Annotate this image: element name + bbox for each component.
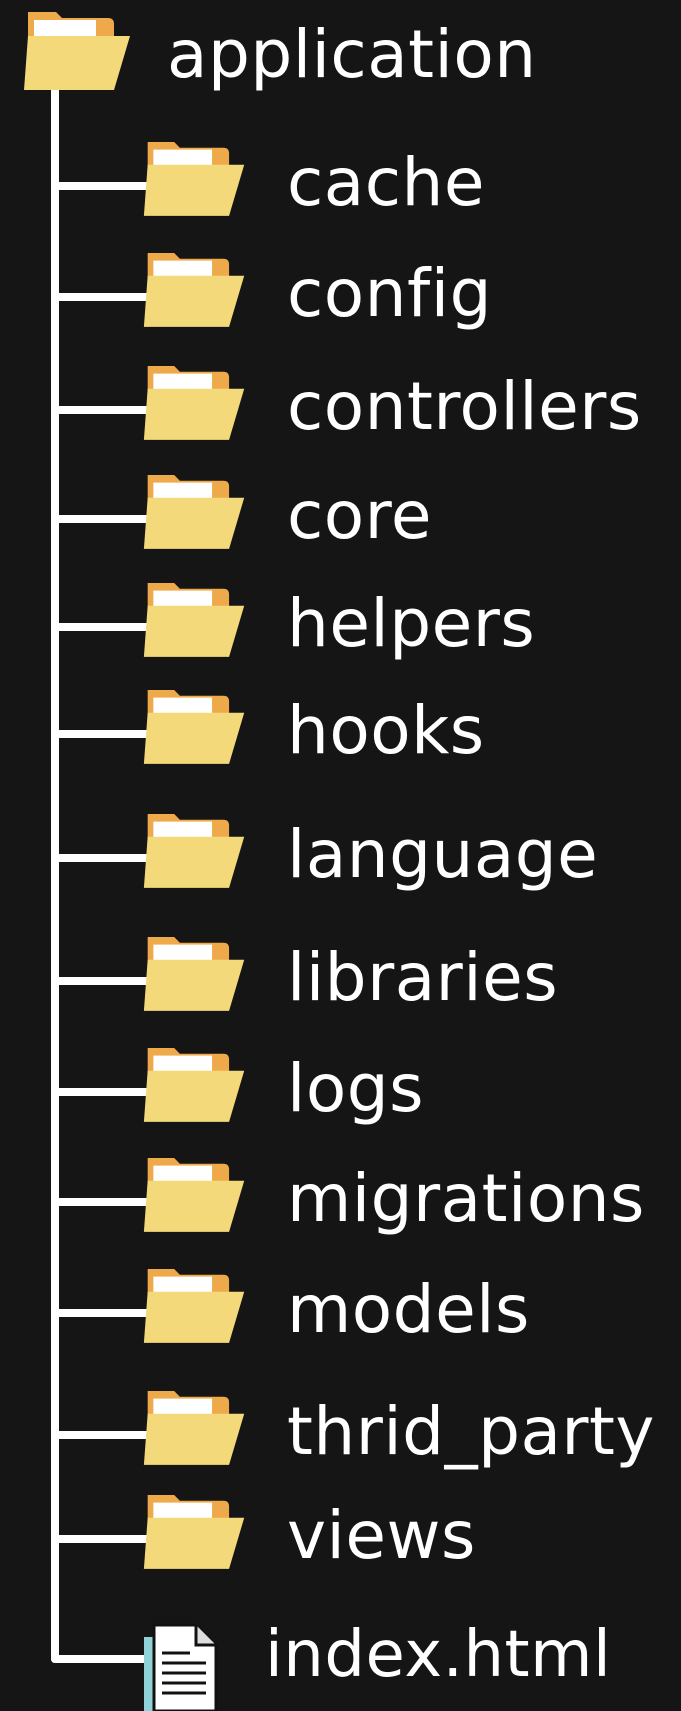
folder-label: libraries: [287, 939, 559, 1016]
folder-open-icon: [143, 937, 245, 1011]
folder-open-icon: [143, 1391, 245, 1465]
folder-open-icon: [143, 1495, 245, 1569]
folder-label: config: [287, 255, 492, 332]
folder-label: language: [287, 816, 599, 893]
folder-open-icon: [143, 253, 245, 327]
directory-tree: application cache config controllers core he…: [0, 0, 681, 1711]
folder-open-icon: [143, 583, 245, 657]
folder-open-icon: [143, 1048, 245, 1122]
folder-label: helpers: [287, 585, 536, 662]
folder-open-icon: [143, 366, 245, 440]
folder-label: hooks: [287, 692, 485, 769]
folder-label: thrid_party: [287, 1393, 655, 1470]
folder-open-icon: [143, 1158, 245, 1232]
folder-label: core: [287, 477, 432, 554]
folder-label: views: [287, 1497, 476, 1574]
folder-label: logs: [287, 1050, 424, 1127]
folder-open-icon: [24, 12, 130, 90]
folder-open-icon: [143, 690, 245, 764]
folder-label: cache: [287, 144, 485, 221]
folder-label: models: [287, 1271, 530, 1348]
folder-open-icon: [143, 142, 245, 216]
file-label: index.html: [265, 1618, 612, 1692]
folder-label: controllers: [287, 368, 642, 445]
folder-open-icon: [143, 814, 245, 888]
tree-root-label: application: [167, 16, 537, 93]
file-document-icon: [144, 1623, 218, 1711]
folder-label: migrations: [287, 1160, 645, 1237]
folder-open-icon: [143, 475, 245, 549]
folder-open-icon: [143, 1269, 245, 1343]
